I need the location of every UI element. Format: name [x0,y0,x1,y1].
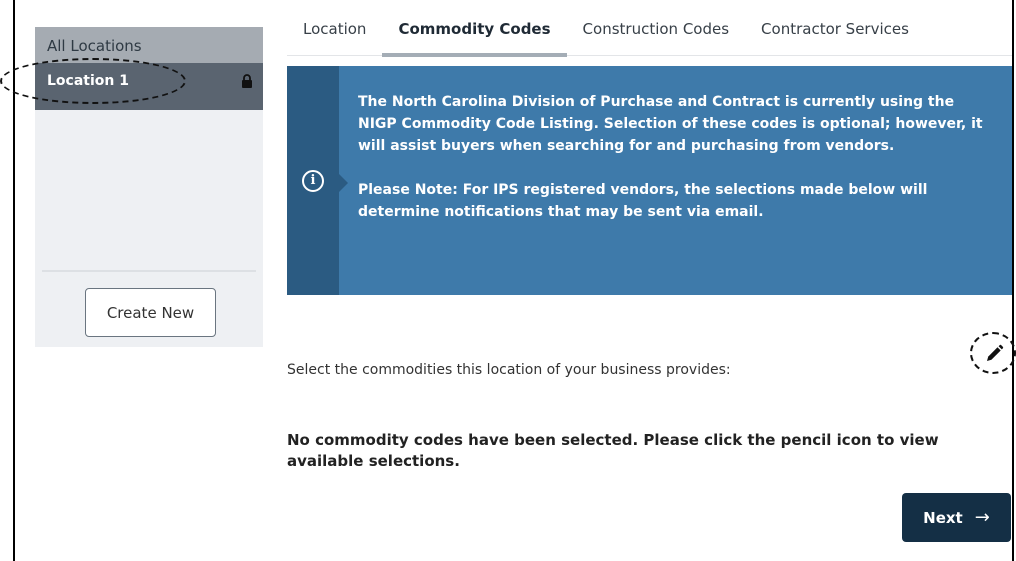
tab-contractor-services[interactable]: Contractor Services [745,10,925,55]
annotation-ellipse-pencil [970,332,1016,374]
banner-paragraph-2: Please Note: For IPS registered vendors,… [358,182,928,220]
all-locations-label: All Locations [47,37,142,55]
tab-construction-codes[interactable]: Construction Codes [567,10,746,55]
select-commodities-label: Select the commodities this location of … [287,362,731,378]
banner-icon-strip: i [287,66,339,295]
lock-icon [242,74,252,88]
tab-bar: Location Commodity Codes Construction Co… [287,10,1012,57]
next-button[interactable]: Next → [902,493,1011,542]
all-locations-item[interactable]: All Locations [35,27,263,63]
banner-pointer [339,174,348,192]
tab-location[interactable]: Location [287,10,382,55]
next-button-label: Next [923,508,963,527]
annotation-ellipse-location [0,58,186,104]
frame-right-border [1012,0,1014,561]
banner-text: The North Carolina Division of Purchase … [358,91,988,223]
banner-paragraph-1: The North Carolina Division of Purchase … [358,94,983,154]
tab-commodity-codes[interactable]: Commodity Codes [382,10,567,57]
info-icon: i [302,170,324,192]
sidebar-divider [42,270,256,272]
create-new-button[interactable]: Create New [85,288,216,337]
info-banner: i The North Carolina Division of Purchas… [287,66,1012,295]
no-codes-message: No commodity codes have been selected. P… [287,431,939,470]
arrow-right-icon: → [974,507,990,528]
